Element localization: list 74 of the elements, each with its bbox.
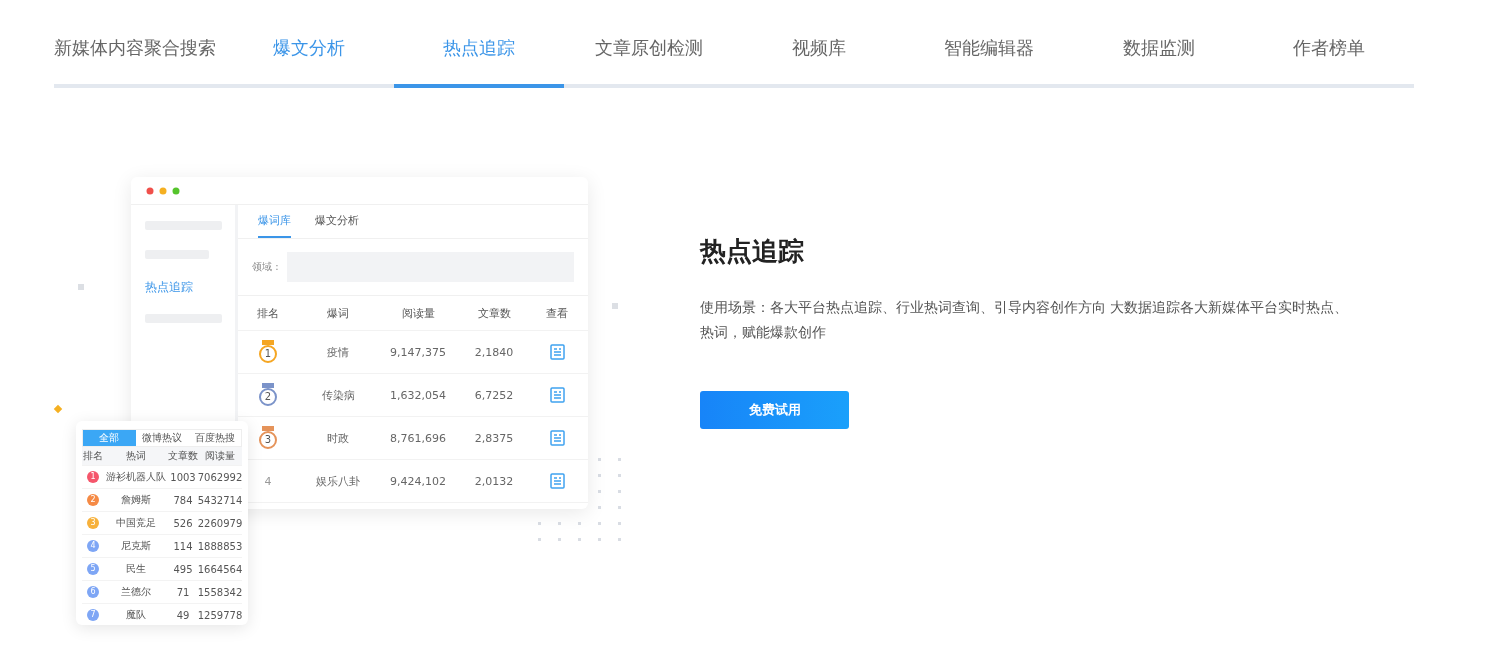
table-cell-text: 1,632,054 bbox=[389, 388, 447, 402]
table-cell-text: 时政 bbox=[326, 430, 350, 446]
document-icon[interactable] bbox=[549, 473, 565, 489]
column-header: 排名 bbox=[82, 449, 104, 463]
table-cell: 5432714 bbox=[198, 494, 242, 506]
feature-title: 热点追踪 bbox=[700, 235, 805, 268]
nav-tab[interactable]: 新媒体内容聚合搜索 bbox=[54, 36, 224, 88]
column-header: 文章数 bbox=[168, 449, 198, 463]
tab[interactable]: 百度热搜 bbox=[188, 430, 241, 446]
table-cell-text: 詹姆斯 bbox=[120, 493, 152, 507]
rank-badge: 6 bbox=[87, 586, 99, 598]
table-cell-text: 2,1840 bbox=[473, 345, 515, 359]
table-cell-text: 传染病 bbox=[320, 387, 356, 403]
rank-number: 2 bbox=[264, 390, 272, 402]
column-header: 文章数 bbox=[476, 305, 512, 321]
table-cell-text: 71 bbox=[175, 586, 191, 598]
table-cell-text: 中国竞足 bbox=[115, 516, 157, 530]
nav-tab[interactable]: 视频库 bbox=[734, 36, 904, 88]
table-cell-text: 6,7252 bbox=[473, 388, 515, 402]
nav-tab[interactable]: 热点追踪 bbox=[394, 36, 564, 88]
tab[interactable]: 爆词库 bbox=[258, 205, 291, 238]
table-cell-text: 9,147,375 bbox=[389, 345, 447, 359]
table-cell-text: 游衫机器人队 bbox=[105, 470, 167, 484]
rank-badge: 3 bbox=[87, 517, 99, 529]
nav-tab[interactable]: 作者榜单 bbox=[1244, 36, 1414, 88]
tab[interactable]: 微博热议 bbox=[135, 430, 189, 446]
table-cell: 7062992 bbox=[198, 471, 242, 483]
table-cell-text: 49 bbox=[175, 609, 191, 621]
column-header: 阅读量 bbox=[400, 305, 436, 321]
nav-tab[interactable]: 爆文分析 bbox=[224, 36, 394, 88]
table-cell-text: 495 bbox=[172, 563, 194, 575]
table-cell-text: 2,0132 bbox=[473, 474, 515, 488]
rank-badge: 7 bbox=[87, 609, 99, 621]
tab[interactable]: 爆文分析 bbox=[315, 205, 359, 238]
table-cell: 2260979 bbox=[198, 517, 242, 529]
document-icon[interactable] bbox=[549, 430, 565, 446]
sidebar-item[interactable]: 热点追踪 bbox=[145, 279, 221, 296]
table-cell-text: 526 bbox=[172, 517, 194, 529]
nav-tab[interactable]: 文章原创检测 bbox=[564, 36, 734, 88]
rank-number: 4 bbox=[264, 474, 272, 488]
column-header: 阅读量 bbox=[204, 449, 236, 463]
rank-badge: 4 bbox=[87, 540, 99, 552]
table-cell-text: 114 bbox=[172, 540, 194, 552]
table-cell: 1664564 bbox=[198, 563, 242, 575]
rank-number: 1 bbox=[264, 347, 272, 359]
free-trial-button[interactable]: 免费试用 bbox=[700, 391, 849, 429]
table-cell-text: 疫情 bbox=[326, 344, 350, 360]
rank-badge: 2 bbox=[87, 494, 99, 506]
table-cell: 1259778 bbox=[198, 609, 242, 621]
table-cell-text: 尼克斯 bbox=[120, 539, 152, 553]
document-icon[interactable] bbox=[549, 387, 565, 403]
table-cell-text: 8,761,696 bbox=[389, 431, 447, 445]
field-label: 领域 : bbox=[252, 260, 279, 274]
table-cell-text: 1003 bbox=[169, 471, 197, 483]
table-cell-text: 兰德尔 bbox=[120, 585, 152, 599]
nav-tab[interactable]: 智能编辑器 bbox=[904, 36, 1074, 88]
feature-description: 使用场景：各大平台热点追踪、行业热词查询、引导内容创作方向 大数据追踪各大新媒体平台实时热点、热词，赋能爆款创作 bbox=[700, 298, 1350, 342]
table-cell: 1558342 bbox=[198, 586, 242, 598]
column-header: 排名 bbox=[256, 305, 280, 321]
column-header: 热词 bbox=[125, 449, 147, 463]
rank-badge: 1 bbox=[87, 471, 99, 483]
column-header: 查看 bbox=[545, 305, 569, 321]
table-cell-text: 2,8375 bbox=[473, 431, 515, 445]
table-cell-text: 784 bbox=[172, 494, 194, 506]
document-icon[interactable] bbox=[549, 344, 565, 360]
table-cell-text: 9,424,102 bbox=[389, 474, 447, 488]
rank-badge: 5 bbox=[87, 563, 99, 575]
column-header: 爆词 bbox=[326, 305, 350, 321]
table-cell: 1888853 bbox=[198, 540, 242, 552]
table-cell-text: 娱乐八卦 bbox=[315, 473, 361, 489]
table-cell-text: 民生 bbox=[125, 562, 147, 576]
table-cell-text: 魔队 bbox=[125, 608, 147, 622]
rank-number: 3 bbox=[264, 433, 272, 445]
nav-tab[interactable]: 数据监测 bbox=[1074, 36, 1244, 88]
